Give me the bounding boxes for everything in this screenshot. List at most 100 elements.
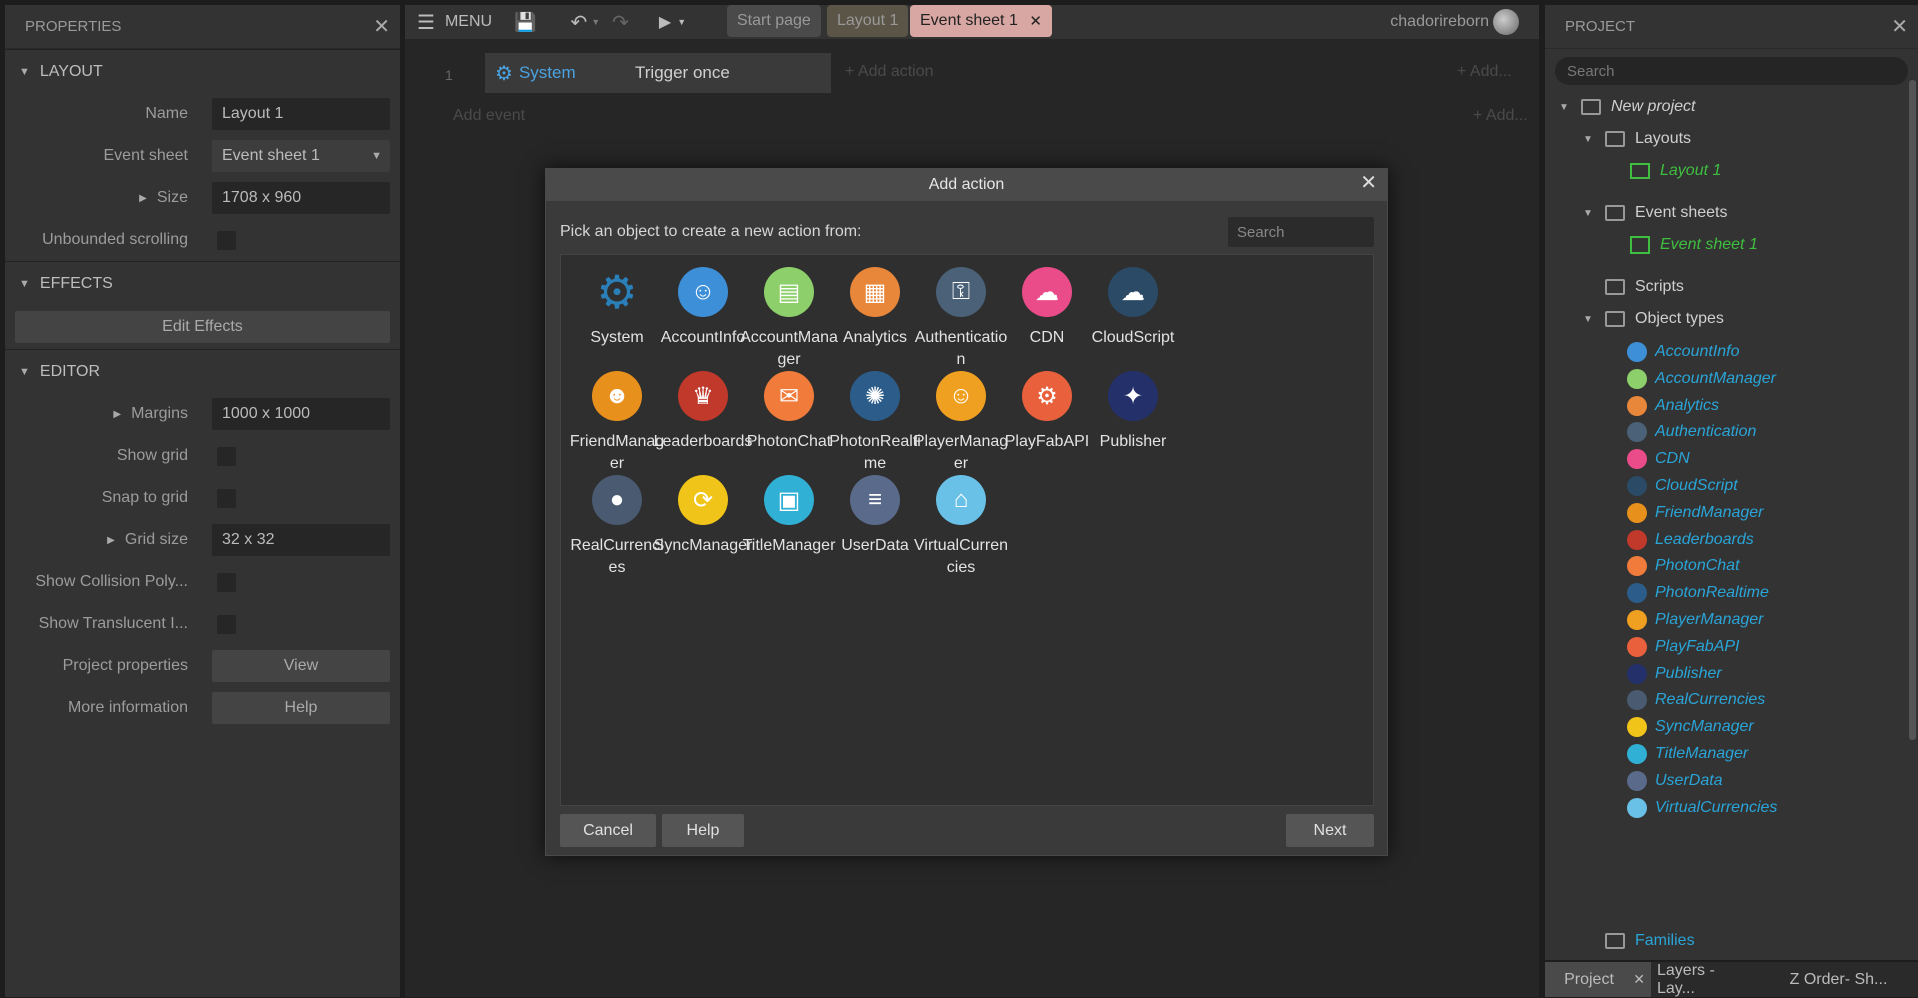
project-search-input[interactable]: Search [1555,57,1908,85]
section-effects[interactable]: ▼ EFFECTS [5,261,400,305]
trigger-once-condition[interactable]: Trigger once [635,53,730,93]
gridsize-field[interactable]: 32 x 32 [212,524,390,556]
name-field[interactable]: Layout 1 [212,98,390,130]
unbounded-checkbox[interactable] [217,231,236,250]
expand-triangle-icon[interactable]: ▶ [139,193,147,204]
system-condition[interactable]: ⚙ System [495,53,576,93]
tab-zorder[interactable]: Z Order- Sh... [1761,962,1916,997]
play-icon[interactable]: ▶ [659,12,671,32]
tree-object-item[interactable]: Publisher [1627,660,1722,688]
tree-object-item[interactable]: RealCurrencies [1627,686,1765,714]
help-button[interactable]: Help [212,692,390,724]
tab-start-page[interactable]: Start page [727,5,821,37]
undo-dropdown-icon[interactable]: ▼ [591,17,600,27]
play-dropdown-icon[interactable]: ▼ [677,17,686,27]
object-item[interactable]: ▤ AccountManager [739,255,839,371]
translucent-checkbox[interactable] [217,615,236,634]
object-item[interactable]: ▣ TitleManager [739,463,839,557]
tree-object-item[interactable]: SyncManager [1627,713,1754,741]
tab-layers[interactable]: Layers - Lay... [1657,962,1755,997]
tree-scripts[interactable]: Scripts [1605,273,1684,301]
tree-object-item[interactable]: PlayerManager [1627,606,1764,634]
size-field[interactable]: 1708 x 960 [212,182,390,214]
tree-object-item[interactable]: CloudScript [1627,472,1738,500]
object-item[interactable]: ⌂ VirtualCurrencies [911,463,1011,579]
edit-effects-button[interactable]: Edit Effects [15,311,390,343]
tree-families[interactable]: Families [1605,927,1695,955]
object-item[interactable]: ⚙ System [567,255,667,349]
close-tab-icon[interactable]: ✕ [1633,971,1645,988]
object-item[interactable]: ☺ AccountInfo [653,255,753,349]
object-item[interactable]: ▦ Analytics [825,255,925,349]
tree-object-item[interactable]: AccountManager [1627,365,1776,393]
object-item[interactable]: ● RealCurrencies [567,463,667,579]
dialog-search-input[interactable]: Search [1228,217,1374,247]
tree-label: RealCurrencies [1655,691,1766,709]
object-item[interactable]: ⚿ Authentication [911,255,1011,371]
tree-object-item[interactable]: Leaderboards [1627,526,1754,554]
snap-checkbox[interactable] [217,489,236,508]
tree-object-item[interactable]: VirtualCurrencies [1627,794,1777,822]
expand-triangle-icon[interactable]: ▶ [113,409,121,420]
tab-event-sheet-1[interactable]: Event sheet 1 ✕ [910,5,1052,37]
undo-icon[interactable]: ↶ [570,10,587,35]
showgrid-checkbox[interactable] [217,447,236,466]
object-item[interactable]: ☻ FriendManager [567,359,667,475]
tree-object-item[interactable]: AccountInfo [1627,338,1740,366]
close-icon[interactable]: ✕ [1891,17,1908,37]
object-item[interactable]: ☁ CDN [997,255,1097,349]
close-tab-icon[interactable]: ✕ [1029,12,1042,30]
help-button[interactable]: Help [662,814,744,847]
view-button[interactable]: View [212,650,390,682]
tree-object-item[interactable]: PhotonRealtime [1627,579,1769,607]
collapse-triangle-icon: ▼ [1559,101,1569,113]
object-item[interactable]: ♛ Leaderboards [653,359,753,453]
close-icon[interactable]: ✕ [1360,173,1377,193]
tree-object-item[interactable]: PhotonChat [1627,552,1740,580]
object-item[interactable]: ≡ UserData [825,463,925,557]
next-button[interactable]: Next [1286,814,1374,847]
section-layout[interactable]: ▼ LAYOUT [5,49,400,93]
collision-checkbox[interactable] [217,573,236,592]
menu-button[interactable]: ☰ MENU [417,10,492,35]
object-item[interactable]: ✺ PhotonRealtime [825,359,925,475]
object-item[interactable]: ⚙ PlayFabAPI [997,359,1097,453]
user-account[interactable]: chadorireborn [1390,5,1519,39]
tree-layout-1[interactable]: Layout 1 [1630,157,1721,185]
tree-layouts[interactable]: ▼ Layouts [1583,125,1691,153]
object-item[interactable]: ⟳ SyncManager [653,463,753,557]
add-link-2[interactable]: + Add... [1473,107,1528,125]
object-name: AccountInfo [660,329,746,346]
tree-root[interactable]: ▼ New project [1559,93,1695,121]
tree-object-item[interactable]: CDN [1627,445,1690,473]
object-name: PlayFabAPI [1004,433,1090,450]
prop-label: Event sheet [103,147,189,164]
tree-object-item[interactable]: TitleManager [1627,740,1748,768]
expand-triangle-icon[interactable]: ▶ [107,535,115,546]
scrollbar[interactable] [1909,80,1916,740]
tree-object-item[interactable]: UserData [1627,767,1723,795]
section-editor[interactable]: ▼ EDITOR [5,349,400,393]
object-item[interactable]: ☺ PlayerManager [911,359,1011,475]
tree-object-item[interactable]: PlayFabAPI [1627,633,1739,661]
margins-field[interactable]: 1000 x 1000 [212,398,390,430]
add-action-link[interactable]: + Add action [845,63,934,81]
tree-eventsheets[interactable]: ▼ Event sheets [1583,199,1728,227]
tree-object-item[interactable]: FriendManager [1627,499,1764,527]
object-item[interactable]: ☁ CloudScript [1083,255,1183,349]
tree-event-sheet-1[interactable]: Event sheet 1 [1630,231,1758,259]
add-event-link[interactable]: Add event [453,107,525,125]
tree-objecttypes[interactable]: ▼ Object types [1583,305,1724,333]
tab-layout-1[interactable]: Layout 1 [827,5,909,37]
close-icon[interactable]: ✕ [373,17,390,37]
eventsheet-select[interactable]: Event sheet 1 ▼ [212,140,390,172]
tree-object-item[interactable]: Analytics [1627,392,1719,420]
object-item[interactable]: ✦ Publisher [1083,359,1183,453]
cancel-button[interactable]: Cancel [560,814,656,847]
tree-object-item[interactable]: Authentication [1627,418,1756,446]
tab-project[interactable]: Project ✕ [1545,962,1651,997]
redo-icon[interactable]: ↷ [612,10,629,35]
object-item[interactable]: ✉ PhotonChat [739,359,839,453]
save-icon[interactable]: 💾 [514,12,536,33]
add-link-1[interactable]: + Add... [1457,63,1512,81]
